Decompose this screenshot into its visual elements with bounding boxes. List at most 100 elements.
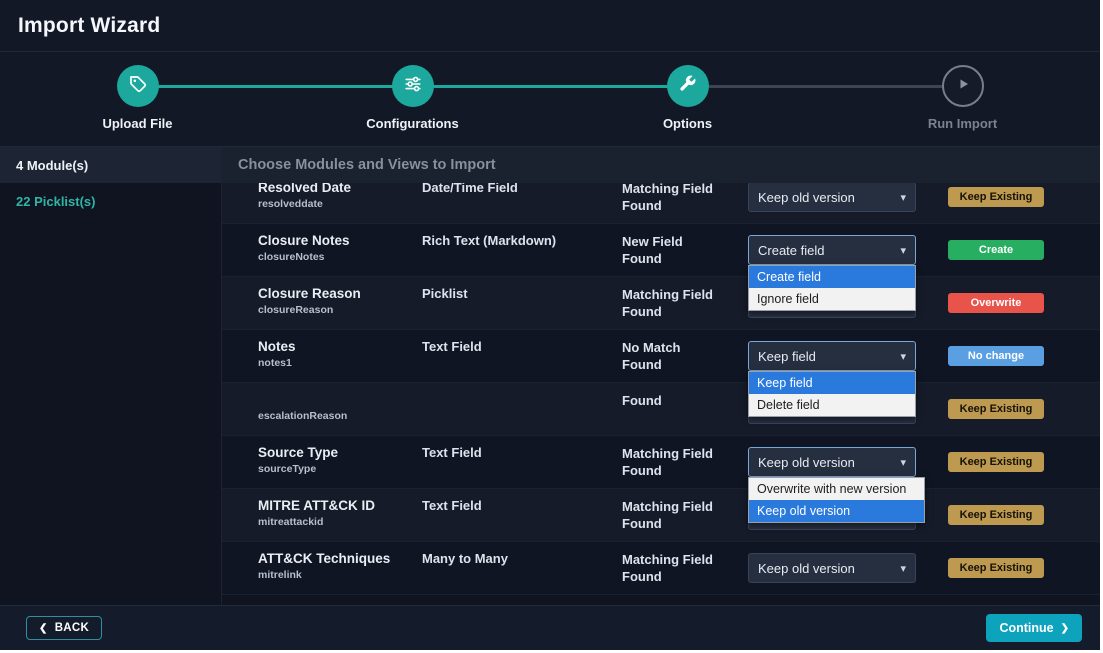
action-select-value: Keep old version: [758, 561, 855, 576]
step-run-import[interactable]: Run Import: [825, 65, 1100, 146]
field-id: resolveddate: [258, 198, 422, 210]
select-option[interactable]: Create field: [749, 266, 915, 288]
chevron-down-icon: ▾: [900, 244, 906, 257]
field-type: Text Field: [422, 436, 622, 460]
action-select-cell: Keep old version ▾: [748, 542, 916, 583]
match-status: New Field Found: [622, 224, 748, 267]
action-select[interactable]: Keep field ▾: [748, 341, 916, 371]
play-icon: [953, 74, 973, 99]
back-button-label: BACK: [55, 622, 89, 634]
fields-table-scroll[interactable]: Resolved Date resolveddate Date/Time Fie…: [222, 183, 1100, 595]
action-select[interactable]: Keep old version ▾: [748, 183, 916, 212]
status-badge: Keep Existing: [948, 399, 1044, 419]
status-badge: No change: [948, 346, 1044, 366]
chevron-down-icon: ▾: [900, 456, 906, 469]
sidebar: 4 Module(s) 22 Picklist(s): [0, 147, 222, 605]
match-status-line1: Matching Field: [622, 498, 748, 515]
section-title: Choose Modules and Views to Import: [222, 147, 1100, 183]
field-title: [258, 392, 422, 408]
sliders-icon: [403, 74, 423, 99]
match-status-line1: Matching Field: [622, 551, 748, 568]
field-type: Picklist: [422, 277, 622, 301]
table-row: Closure Reason closureReason Picklist Ma…: [222, 277, 1100, 330]
status-badge: Create: [948, 240, 1044, 260]
action-select[interactable]: Keep old version ▾: [748, 447, 916, 477]
step-label: Configurations: [366, 116, 458, 131]
field-title: Source Type: [258, 445, 422, 461]
field-title: ATT&CK Techniques: [258, 551, 422, 567]
status-badge: Overwrite: [948, 293, 1044, 313]
select-options-list: Overwrite with new version Keep old vers…: [748, 477, 925, 523]
chevron-down-icon: ▾: [900, 191, 906, 204]
match-status-line1: Matching Field: [622, 445, 748, 462]
continue-button[interactable]: Continue ❯: [986, 614, 1082, 642]
step-circle: [117, 65, 159, 107]
field-type: Text Field: [422, 489, 622, 513]
match-status-line2: Found: [622, 392, 748, 409]
badge-cell: Keep Existing: [948, 558, 1044, 578]
step-label: Upload File: [102, 116, 172, 131]
main-panel: Choose Modules and Views to Import Resol…: [222, 147, 1100, 605]
match-status: Matching Field Found: [622, 277, 748, 320]
title-bar: Import Wizard: [0, 0, 1100, 52]
table-row: MITRE ATT&CK ID mitreattackid Text Field…: [222, 489, 1100, 542]
table-row: escalationReason Found Keep old version …: [222, 383, 1100, 436]
action-select-cell: Keep old version ▾: [748, 183, 916, 212]
import-wizard-window: Import Wizard Upload File: [0, 0, 1100, 650]
step-circle: [942, 65, 984, 107]
match-status-line2: Found: [622, 250, 748, 267]
field-id: notes1: [258, 357, 422, 369]
field-id: sourceType: [258, 463, 422, 475]
select-option[interactable]: Keep old version: [749, 500, 924, 522]
wrench-icon: [678, 74, 697, 98]
sidebar-item-modules[interactable]: 4 Module(s): [0, 147, 221, 183]
chevron-right-icon: ❯: [1061, 623, 1069, 634]
action-select-value: Keep old version: [758, 455, 855, 470]
match-status-line2: Found: [622, 568, 748, 585]
chevron-left-icon: ❮: [39, 623, 48, 634]
step-configurations[interactable]: Configurations: [275, 65, 550, 146]
match-status: Matching Field Found: [622, 542, 748, 585]
step-upload-file[interactable]: Upload File: [0, 65, 275, 146]
field-type: Many to Many: [422, 542, 622, 566]
body-area: 4 Module(s) 22 Picklist(s) Choose Module…: [0, 147, 1100, 605]
action-select-value: Keep field: [758, 349, 816, 364]
chevron-down-icon: ▾: [900, 350, 906, 363]
action-select-value: Create field: [758, 243, 824, 258]
select-option[interactable]: Keep field: [749, 372, 915, 394]
action-select[interactable]: Create field ▾: [748, 235, 916, 265]
field-type: Text Field: [422, 330, 622, 354]
action-select-cell: Keep field ▾ Keep field Delete field: [748, 330, 916, 371]
field-name-cell: ATT&CK Techniques mitrelink: [258, 542, 422, 581]
back-button[interactable]: ❮ BACK: [26, 616, 102, 640]
action-select[interactable]: Keep old version ▾: [748, 553, 916, 583]
badge-cell: Keep Existing: [948, 187, 1044, 207]
select-options-list: Create field Ignore field: [748, 265, 916, 311]
table-row: Resolved Date resolveddate Date/Time Fie…: [222, 183, 1100, 224]
field-id: closureReason: [258, 304, 422, 316]
footer-bar: ❮ BACK Continue ❯: [0, 605, 1100, 650]
field-type: Rich Text (Markdown): [422, 224, 622, 248]
select-option[interactable]: Ignore field: [749, 288, 915, 310]
step-circle: [392, 65, 434, 107]
select-option[interactable]: Overwrite with new version: [749, 478, 924, 500]
badge-cell: Keep Existing: [948, 505, 1044, 525]
sidebar-item-picklists[interactable]: 22 Picklist(s): [0, 183, 221, 219]
match-status-line1: New Field: [622, 233, 748, 250]
status-badge: Keep Existing: [948, 452, 1044, 472]
chevron-down-icon: ▾: [900, 562, 906, 575]
step-label: Options: [663, 116, 712, 131]
select-option[interactable]: Delete field: [749, 394, 915, 416]
field-id: escalationReason: [258, 410, 422, 422]
badge-cell: Overwrite: [948, 293, 1044, 313]
badge-cell: Keep Existing: [948, 399, 1044, 419]
step-circle: [667, 65, 709, 107]
table-row: Closure Notes closureNotes Rich Text (Ma…: [222, 224, 1100, 277]
match-status: Matching Field Found: [622, 436, 748, 479]
field-title: MITRE ATT&CK ID: [258, 498, 422, 514]
step-options[interactable]: Options: [550, 65, 825, 146]
field-name-cell: Source Type sourceType: [258, 436, 422, 475]
status-badge: Keep Existing: [948, 558, 1044, 578]
field-type: Date/Time Field: [422, 183, 622, 195]
field-id: closureNotes: [258, 251, 422, 263]
